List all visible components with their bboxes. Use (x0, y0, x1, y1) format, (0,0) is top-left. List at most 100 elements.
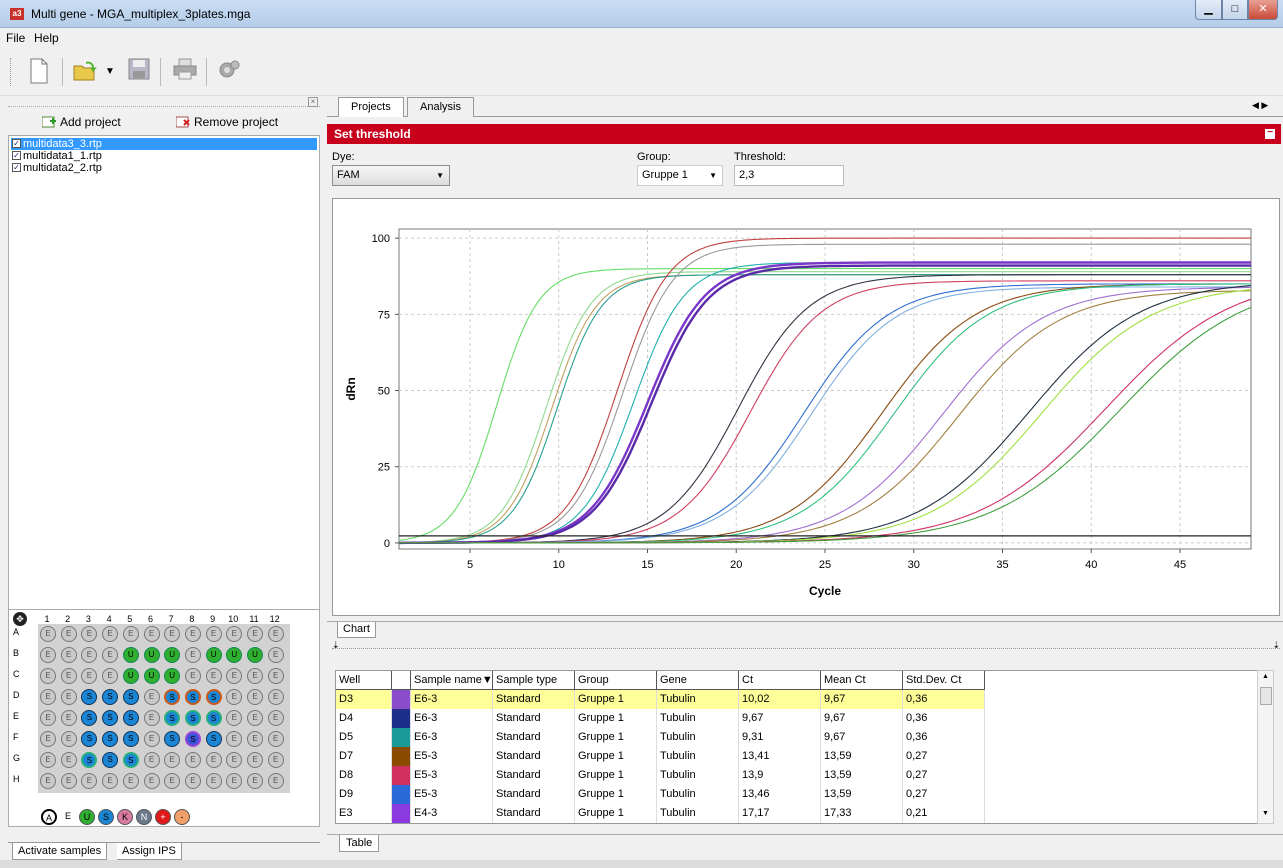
group-select[interactable]: Gruppe 1 ▼ (637, 165, 723, 186)
plate-column-label[interactable]: 8 (183, 614, 201, 624)
plate-column-label[interactable]: 7 (162, 614, 180, 624)
menu-help[interactable]: Help (34, 31, 59, 45)
plate-well[interactable]: E (267, 668, 284, 684)
plate-column-label[interactable]: 1 (38, 614, 56, 624)
plate-well[interactable]: E (184, 626, 201, 642)
sample-type-legend-item[interactable]: U (79, 809, 95, 825)
plate-well[interactable]: E (143, 710, 160, 726)
plate-row-label[interactable]: F (13, 732, 19, 742)
tab-chart[interactable]: Chart (337, 622, 376, 638)
save-icon[interactable] (126, 58, 152, 86)
plate-well[interactable]: U (122, 668, 139, 684)
plate-well[interactable]: E (205, 668, 222, 684)
plate-well[interactable]: E (40, 773, 56, 789)
plate-well[interactable]: E (247, 710, 263, 726)
plate-well[interactable]: E (143, 773, 160, 789)
plate-well[interactable]: E (102, 773, 119, 789)
plate-column-label[interactable]: 6 (142, 614, 160, 624)
column-header[interactable]: Gene (657, 671, 739, 690)
panel-grip[interactable] (8, 97, 320, 107)
tab-scroll-arrows-icon[interactable]: ◀ ▶ (1252, 100, 1268, 111)
plate-well[interactable]: S (122, 752, 139, 768)
maximize-button[interactable]: □ (1222, 0, 1248, 20)
minimize-button[interactable]: ▁ (1195, 0, 1222, 20)
column-header[interactable]: Group (575, 671, 657, 690)
plate-column-label[interactable]: 12 (266, 614, 284, 624)
new-file-icon[interactable] (26, 58, 52, 86)
project-item[interactable]: ✓ multidata2_2.rtp (11, 162, 317, 174)
plate-row-label[interactable]: E (13, 711, 19, 721)
tab-projects[interactable]: Projects (338, 97, 404, 117)
plate-well[interactable]: S (184, 731, 201, 747)
plate-well[interactable]: S (102, 752, 119, 768)
table-row[interactable]: D7 E5-3 Standard Gruppe 1 Tubulin 13,41 13,59 0… (336, 747, 1264, 766)
plate-well[interactable]: E (143, 626, 160, 642)
plate-well[interactable]: S (102, 731, 119, 747)
plate-row-label[interactable]: D (13, 690, 20, 700)
plate-well[interactable]: U (143, 668, 160, 684)
plate-well[interactable]: S (205, 689, 222, 705)
plate-row-label[interactable]: G (13, 753, 20, 763)
plate-well[interactable]: E (247, 773, 263, 789)
plate-well[interactable]: E (143, 752, 160, 768)
plate-well[interactable]: E (247, 668, 263, 684)
plate-well[interactable]: E (184, 752, 201, 768)
plate-well[interactable]: E (60, 668, 77, 684)
column-header[interactable]: Sample type (493, 671, 575, 690)
plate-well[interactable]: E (267, 752, 284, 768)
plate-well[interactable]: E (247, 626, 263, 642)
plate-well[interactable]: U (205, 647, 222, 663)
plate-well[interactable]: E (40, 647, 56, 663)
tab-table[interactable]: Table (339, 835, 380, 852)
table-row[interactable]: D3 E6-3 Standard Gruppe 1 Tubulin 10,02 9,67 0,… (336, 690, 1264, 709)
open-folder-icon[interactable] (72, 58, 98, 86)
plate-well[interactable]: E (247, 731, 263, 747)
table-row[interactable]: D9 E5-3 Standard Gruppe 1 Tubulin 13,46 13,59 0… (336, 785, 1264, 804)
plate-well[interactable]: E (40, 710, 56, 726)
title-bar[interactable]: a3 Multi gene - MGA_multiplex_3plates.mg… (0, 0, 1283, 28)
plate-well[interactable]: E (60, 752, 77, 768)
project-checkbox[interactable]: ✓ (12, 139, 21, 148)
table-row[interactable]: D5 E6-3 Standard Gruppe 1 Tubulin 9,31 9,67 0,3… (336, 728, 1264, 747)
sample-type-legend-item[interactable]: + (155, 809, 171, 825)
plate-well[interactable]: E (40, 752, 56, 768)
close-button[interactable]: ✕ (1248, 0, 1278, 20)
amplification-plot[interactable]: 5 10 15 20 25 30 35 40 45 0 25 50 75 100 Cycle dRn (333, 199, 1279, 615)
plate-well[interactable]: E (122, 773, 139, 789)
tab-assign-ips[interactable]: Assign IPS (117, 843, 182, 860)
plate-well[interactable]: E (60, 731, 77, 747)
project-checkbox[interactable]: ✓ (12, 151, 21, 160)
plate-well[interactable]: E (40, 689, 56, 705)
toolbar-grip[interactable] (10, 58, 13, 86)
plate-well[interactable]: S (205, 710, 222, 726)
plate-well[interactable]: E (143, 731, 160, 747)
collapse-icon[interactable]: − (1265, 128, 1275, 139)
plate-well[interactable]: E (267, 689, 284, 705)
column-header[interactable]: Sample name▼ (411, 671, 493, 690)
plate-row-label[interactable]: C (13, 669, 20, 679)
sample-type-legend-item[interactable]: N (136, 809, 152, 825)
table-row[interactable]: D4 E6-3 Standard Gruppe 1 Tubulin 9,67 9,67 0,3… (336, 709, 1264, 728)
plate-well[interactable]: E (122, 626, 139, 642)
threshold-input[interactable]: 2,3 (734, 165, 844, 186)
plate-column-label[interactable]: 3 (79, 614, 97, 624)
sample-type-legend-item[interactable]: - (174, 809, 190, 825)
project-checkbox[interactable]: ✓ (12, 163, 21, 172)
plate-well[interactable]: E (60, 647, 77, 663)
tab-analysis[interactable]: Analysis (407, 97, 474, 117)
plate-well[interactable]: E (102, 668, 119, 684)
table-row[interactable]: E3 E4-3 Standard Gruppe 1 Tubulin 17,17 17,33 0… (336, 804, 1264, 823)
plate-well[interactable]: E (267, 773, 284, 789)
plate-row-label[interactable]: B (13, 648, 19, 658)
plate-well[interactable]: S (102, 689, 119, 705)
plate-column-label[interactable]: 4 (100, 614, 118, 624)
plate-well[interactable]: E (267, 710, 284, 726)
plate-well[interactable]: U (247, 647, 263, 663)
plate-well[interactable]: E (247, 689, 263, 705)
sample-type-legend-item[interactable]: E (60, 809, 76, 825)
table-vertical-scrollbar[interactable]: ▲ ▼ (1257, 670, 1274, 824)
plate-well[interactable]: E (143, 689, 160, 705)
project-item[interactable]: ✓ multidata3_3.rtp (11, 138, 317, 150)
sample-type-legend-item[interactable]: A (41, 809, 57, 825)
plate-well[interactable]: E (205, 626, 222, 642)
